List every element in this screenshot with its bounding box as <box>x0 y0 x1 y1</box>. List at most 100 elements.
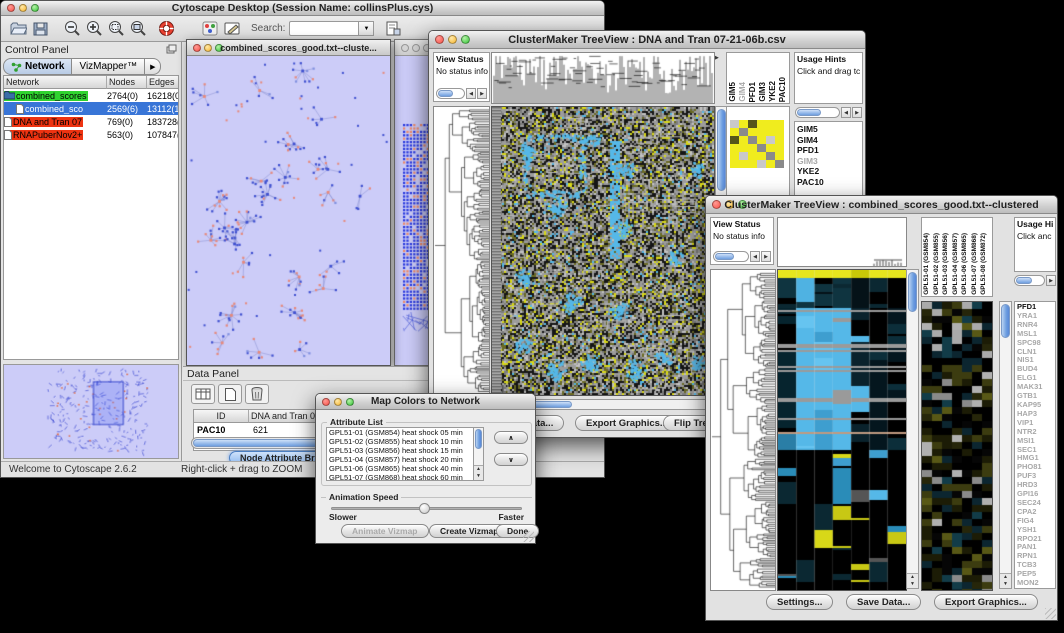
animate-vizmap-button[interactable]: Animate Vizmap <box>341 524 429 538</box>
move-down-button[interactable]: ∨ <box>494 453 528 466</box>
gene-label[interactable]: GIM5 <box>797 124 862 135</box>
new-attribute-icon[interactable] <box>218 384 242 404</box>
attribute-item[interactable]: GPL51-06 (GSM865) heat shock 40 min <box>327 464 483 473</box>
attribute-item[interactable]: GPL51-02 (GSM855) heat shock 10 min <box>327 437 483 446</box>
treeview-button[interactable]: Save Data... <box>846 594 921 610</box>
scroll-thumb[interactable] <box>1001 304 1010 338</box>
heatmap-canvas[interactable] <box>491 106 715 396</box>
column-dendrogram-canvas[interactable] <box>777 217 907 267</box>
matrix-cell[interactable] <box>775 120 784 128</box>
network-overview[interactable] <box>3 364 179 459</box>
gene-label[interactable]: PFD1 <box>797 145 862 156</box>
scroll-arrows[interactable]: ▲▼ <box>474 465 483 480</box>
list-vscrollbar[interactable]: ▲▼ <box>473 428 483 480</box>
matrix-cell[interactable] <box>739 136 748 144</box>
matrix-cell[interactable] <box>766 144 775 152</box>
matrix-cell[interactable] <box>730 160 739 168</box>
slider-thumb[interactable] <box>419 503 430 514</box>
scroll-arrows[interactable]: ▲▼ <box>1000 573 1011 588</box>
zoom-out-icon[interactable] <box>61 18 83 40</box>
scroll-left-icon[interactable]: ◀ <box>750 251 760 262</box>
delete-attribute-icon[interactable] <box>245 384 269 404</box>
gene-label[interactable]: GIM3 <box>797 156 862 167</box>
scroll-thumb[interactable] <box>475 429 482 449</box>
tab-vizmapper[interactable]: VizMapper™ <box>72 58 145 75</box>
column-header[interactable]: Nodes <box>107 76 147 89</box>
network-canvas[interactable] <box>187 56 390 365</box>
node-doc-icon[interactable] <box>382 18 404 40</box>
zoom-vscrollbar[interactable]: ▲▼ <box>999 301 1012 589</box>
matrix-cell[interactable] <box>775 160 784 168</box>
status-scrollbar[interactable] <box>713 251 749 262</box>
gene-label[interactable]: PAC10 <box>797 177 862 188</box>
matrix-cell[interactable] <box>739 120 748 128</box>
matrix-cell[interactable] <box>775 144 784 152</box>
scroll-thumb[interactable] <box>797 109 821 116</box>
treeview1-titlebar[interactable]: ClusterMaker TreeView : DNA and Tran 07-… <box>429 31 865 49</box>
column-header[interactable]: Edges <box>147 76 178 89</box>
network-row[interactable]: DNA and Tran 07 769(0) 183728(0) <box>4 115 178 128</box>
attribute-table-icon[interactable] <box>191 384 215 404</box>
scroll-thumb[interactable] <box>715 253 734 260</box>
scroll-thumb[interactable] <box>1016 277 1032 284</box>
dendro-splitter[interactable]: ▶ <box>715 55 719 61</box>
column-label[interactable]: GPL51-07 (GSM868) <box>971 233 981 295</box>
matrix-cell[interactable] <box>748 152 757 160</box>
scroll-right-icon[interactable]: ▶ <box>1046 275 1056 286</box>
matrix-cell[interactable] <box>748 136 757 144</box>
speed-slider[interactable] <box>331 507 522 510</box>
scroll-right-icon[interactable]: ▶ <box>852 107 862 118</box>
column-label[interactable]: YKE2 <box>768 81 778 102</box>
matrix-cell[interactable] <box>766 136 775 144</box>
zoom-selected-icon[interactable] <box>105 18 127 40</box>
column-label[interactable]: PAC10 <box>778 77 788 102</box>
attribute-item[interactable]: GPL51-01 (GSM854) heat shock 05 min <box>327 428 483 437</box>
matrix-cell[interactable] <box>730 152 739 160</box>
matrix-cell[interactable] <box>775 136 784 144</box>
column-label[interactable]: GIM4 <box>738 82 748 102</box>
scroll-thumb[interactable] <box>908 272 917 312</box>
column-header[interactable]: ID <box>194 410 249 423</box>
zoom-in-icon[interactable] <box>83 18 105 40</box>
matrix-cell[interactable] <box>757 152 766 160</box>
gene-label[interactable]: MON2 <box>1017 579 1055 588</box>
vizmap-icon[interactable] <box>199 18 221 40</box>
annotation-icon[interactable] <box>221 18 243 40</box>
network-row[interactable]: combined_sco 2569(6) 13112(15) <box>4 102 178 115</box>
hints-scrollbar[interactable] <box>795 107 840 118</box>
tab-network[interactable]: Network <box>3 58 72 75</box>
minimize-button[interactable] <box>412 44 420 52</box>
zoom-fit-icon[interactable] <box>127 18 149 40</box>
attribute-listbox[interactable]: GPL51-01 (GSM854) heat shock 05 minGPL51… <box>326 427 484 481</box>
status-scrollbar[interactable] <box>436 88 465 99</box>
matrix-cell[interactable] <box>757 160 766 168</box>
column-header[interactable]: Network <box>4 76 107 89</box>
matrix-cell[interactable] <box>739 144 748 152</box>
matrix-cell[interactable] <box>739 128 748 136</box>
attribute-item[interactable]: GPL51-07 (GSM868) heat shock 60 min <box>327 473 483 481</box>
column-label[interactable]: PFD1 <box>748 82 758 102</box>
treeview2-titlebar[interactable]: ClusterMaker TreeView : combined_scores_… <box>706 196 1057 214</box>
resize-grip[interactable] <box>523 531 534 542</box>
scroll-thumb[interactable] <box>438 90 453 97</box>
treeview-button[interactable]: Export Graphics... <box>934 594 1038 610</box>
matrix-cell[interactable] <box>748 128 757 136</box>
zoom-heatmap-canvas[interactable] <box>921 301 993 591</box>
column-label[interactable]: GPL51-06 (GSM865) <box>961 233 971 295</box>
heatmap-vscrollbar[interactable]: ▲▼ <box>906 269 919 589</box>
matrix-cell[interactable] <box>757 120 766 128</box>
heatmap-canvas[interactable] <box>777 269 907 591</box>
scroll-left-icon[interactable]: ◀ <box>466 88 476 99</box>
dialog-titlebar[interactable]: Map Colors to Network <box>316 394 535 410</box>
attribute-item[interactable]: GPL51-03 (GSM856) heat shock 15 min <box>327 446 483 455</box>
column-label[interactable]: GPL51-03 (GSM856) <box>942 233 952 295</box>
matrix-cell[interactable] <box>739 160 748 168</box>
cytoscape-titlebar[interactable]: Cytoscape Desktop (Session Name: collins… <box>1 1 604 16</box>
scroll-right-icon[interactable]: ▶ <box>761 251 771 262</box>
column-label[interactable]: GPL51-08 (GSM872) <box>980 233 990 295</box>
matrix-cell[interactable] <box>775 152 784 160</box>
save-icon[interactable] <box>29 18 51 40</box>
column-dendrogram-canvas[interactable] <box>491 52 715 104</box>
column-label[interactable]: GPL51-02 (GSM855) <box>933 233 943 295</box>
resize-grip[interactable] <box>1045 608 1056 619</box>
